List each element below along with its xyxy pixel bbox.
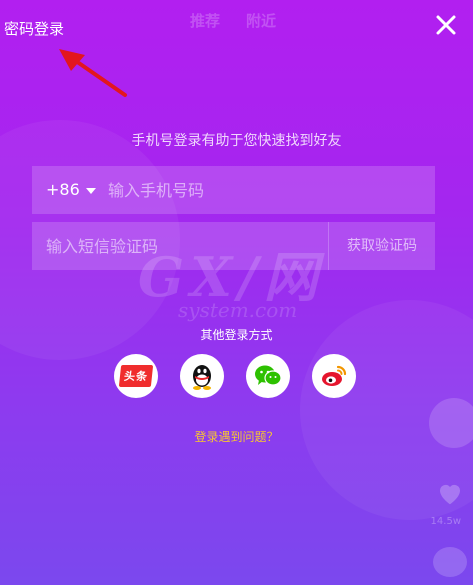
background-tabs: 推荐 附近 [190, 10, 276, 31]
weibo-icon [322, 365, 347, 386]
sms-code-input[interactable] [46, 222, 316, 270]
toutiao-icon: 头条 [118, 365, 154, 387]
heart-icon [440, 484, 460, 505]
phone-input[interactable] [108, 166, 418, 214]
comment-icon [433, 547, 467, 577]
annotation-arrow-icon [59, 49, 127, 97]
password-login-link[interactable]: 密码登录 [4, 18, 64, 39]
country-code-label: +86 [46, 180, 80, 199]
country-code-select[interactable]: +86 [46, 166, 96, 214]
close-icon[interactable] [435, 14, 457, 36]
qq-login-button[interactable] [180, 354, 224, 398]
get-code-button[interactable]: 获取验证码 [328, 222, 435, 270]
login-trouble-link[interactable]: 登录遇到问题？ [0, 428, 473, 445]
weibo-login-button[interactable] [312, 354, 356, 398]
caret-down-icon [85, 187, 96, 194]
phone-field: +86 [32, 166, 435, 214]
login-screen: 推荐 附近 GX/网 system.com 14.5w 密码登录 手机号登录有助… [0, 0, 473, 585]
toutiao-login-button[interactable]: 头条 [114, 354, 158, 398]
other-login-title: 其他登录方式 [200, 328, 273, 342]
like-count: 14.5w [430, 516, 461, 527]
login-hint: 手机号登录有助于您快速找到好友 [131, 133, 342, 149]
sms-code-field: 获取验证码 [32, 222, 435, 270]
social-login-row: 头条 [114, 354, 356, 398]
wechat-icon [255, 365, 282, 386]
wechat-login-button[interactable] [246, 354, 290, 398]
background-tab: 推荐 [190, 12, 221, 30]
qq-icon [193, 365, 211, 390]
background-tab: 附近 [246, 12, 277, 30]
